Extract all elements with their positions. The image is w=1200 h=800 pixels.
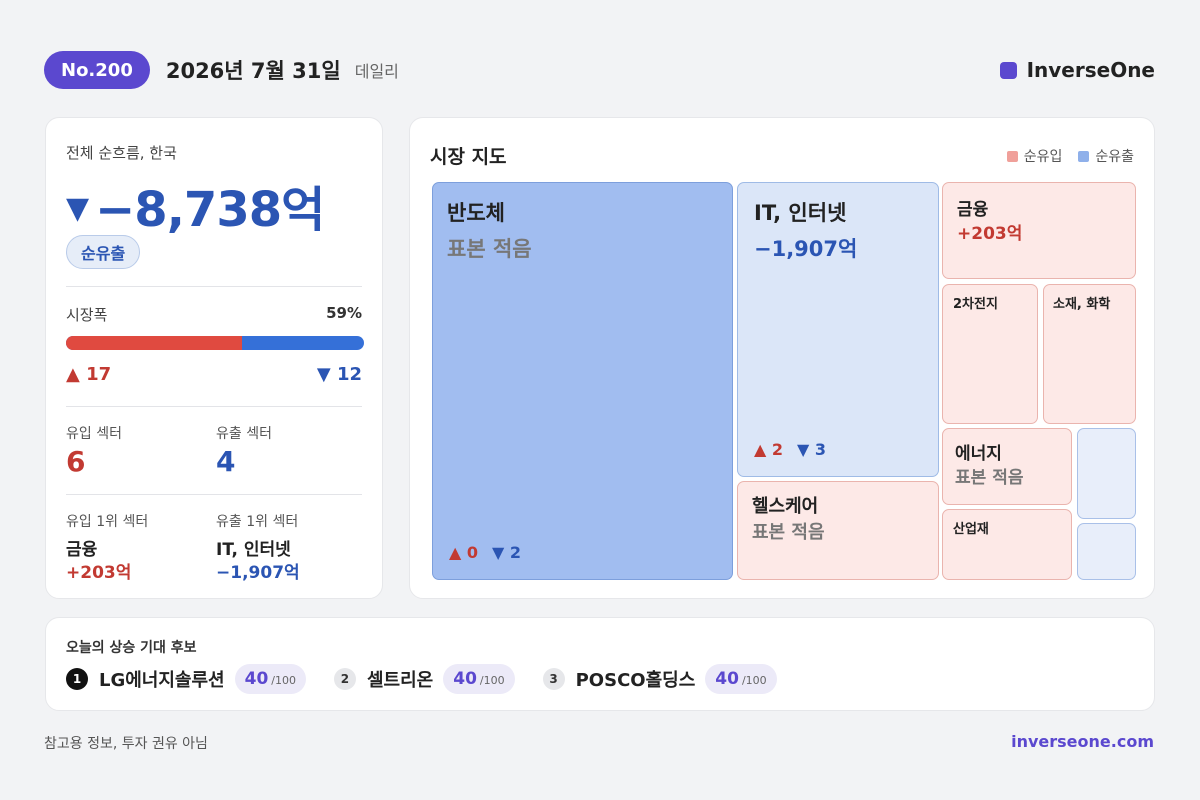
market-map-card: 시장 지도 순유입 순유출 반도체 표본 적음 ▲ 0 ▼ 2 IT, 인터넷 … bbox=[409, 117, 1155, 599]
tile-finance[interactable]: 금융 +203억 bbox=[942, 182, 1136, 279]
website-link[interactable]: inverseone.com bbox=[1011, 732, 1154, 751]
down-count: ▼ 12 bbox=[316, 364, 362, 385]
flow-value: −8,738억 bbox=[95, 182, 325, 238]
top-outflow-label: 유출 1위 섹터 bbox=[216, 514, 299, 530]
candidate-item[interactable]: 3 POSCO홀딩스 40 /100 bbox=[542, 664, 777, 694]
report-frequency: 데일리 bbox=[354, 62, 399, 81]
score-max: /100 bbox=[741, 674, 767, 687]
summary-card: 전체 순흐름, 한국 ▼ −8,738억 순유출 시장폭 59% ▲ 17 ▼ … bbox=[45, 117, 383, 599]
up-count: ▲ 17 bbox=[66, 364, 112, 385]
candidates-title: 오늘의 상승 기대 후보 bbox=[66, 640, 197, 656]
header: No.200 2026년 7월 31일 데일리 InverseOne bbox=[44, 51, 1155, 89]
brand-name: InverseOne bbox=[1026, 58, 1155, 82]
outflow-sectors-label: 유출 섹터 bbox=[216, 426, 272, 442]
tile-up-count: ▲ 0 bbox=[449, 543, 479, 562]
legend-outflow: 순유출 bbox=[1078, 146, 1134, 166]
market-map-legend: 순유입 순유출 bbox=[1006, 146, 1134, 166]
inflow-swatch-icon bbox=[1006, 150, 1018, 162]
tile-small-outflow[interactable] bbox=[1077, 523, 1136, 580]
flow-value-row: ▼ −8,738억 bbox=[66, 170, 325, 240]
tile-name: 소재, 화학 bbox=[1053, 297, 1111, 312]
candidate-name: 셀트리온 bbox=[366, 670, 434, 691]
candidate-name: POSCO홀딩스 bbox=[575, 670, 696, 691]
legend-outflow-label: 순유출 bbox=[1095, 149, 1134, 165]
tile-sub: −1,907억 bbox=[754, 237, 858, 261]
tile-it-internet[interactable]: IT, 인터넷 −1,907억 ▲ 2 ▼ 3 bbox=[737, 182, 939, 477]
disclaimer: 참고용 정보, 투자 권유 아님 bbox=[44, 736, 208, 752]
candidate-item[interactable]: 2 셀트리온 40 /100 bbox=[333, 664, 515, 694]
score-value: 40 bbox=[715, 669, 739, 689]
brand[interactable]: InverseOne bbox=[999, 58, 1155, 82]
tile-down-count: ▼ 2 bbox=[492, 543, 522, 562]
tile-name: 헬스케어 bbox=[752, 496, 819, 517]
tile-sub: +203억 bbox=[957, 224, 1023, 244]
breadth-bar-up-fill bbox=[66, 336, 242, 350]
candidate-score: 40 /100 bbox=[234, 664, 306, 694]
rank-badge: 2 bbox=[333, 668, 356, 690]
down-arrow-icon: ▼ bbox=[66, 190, 90, 226]
candidate-item[interactable]: 1 LG에너지솔루션 40 /100 bbox=[66, 664, 306, 694]
top-outflow-value: −1,907억 bbox=[216, 563, 300, 583]
rank-badge: 3 bbox=[542, 668, 565, 690]
tile-name: 에너지 bbox=[955, 444, 1002, 464]
breadth-percent: 59% bbox=[326, 304, 362, 322]
rank-badge: 1 bbox=[66, 668, 88, 690]
top-inflow-label: 유입 1위 섹터 bbox=[66, 514, 149, 530]
divider bbox=[66, 286, 362, 287]
brand-logo-icon bbox=[999, 61, 1017, 79]
tile-sub: 표본 적음 bbox=[752, 522, 825, 543]
tile-down-count: ▼ 3 bbox=[797, 440, 827, 459]
score-max: /100 bbox=[479, 674, 505, 687]
tile-name: 반도체 bbox=[447, 201, 505, 225]
tile-name: IT, 인터넷 bbox=[754, 201, 847, 225]
tile-battery[interactable]: 2차전지 bbox=[942, 284, 1038, 424]
market-map-title: 시장 지도 bbox=[430, 146, 507, 168]
tile-materials[interactable]: 소재, 화학 bbox=[1043, 284, 1136, 424]
flow-status-badge: 순유출 bbox=[66, 235, 141, 269]
score-value: 40 bbox=[453, 669, 477, 689]
inflow-sectors-label: 유입 섹터 bbox=[66, 426, 122, 442]
legend-inflow-label: 순유입 bbox=[1023, 149, 1063, 165]
divider bbox=[66, 406, 362, 407]
tile-sub: 표본 적음 bbox=[955, 468, 1024, 488]
breadth-bar bbox=[66, 336, 364, 350]
score-max: /100 bbox=[271, 674, 296, 687]
candidate-score: 40 /100 bbox=[705, 664, 777, 694]
candidates-list: 1 LG에너지솔루션 40 /100 2 셀트리온 40 /100 3 POSC… bbox=[66, 664, 805, 694]
tile-name: 금융 bbox=[957, 200, 989, 220]
top-outflow-name: IT, 인터넷 bbox=[216, 540, 291, 560]
tile-counts: ▲ 2 ▼ 3 bbox=[754, 440, 826, 459]
breadth-label: 시장폭 bbox=[66, 306, 108, 324]
top-inflow-name: 금융 bbox=[66, 540, 98, 560]
tile-up-count: ▲ 2 bbox=[754, 440, 784, 459]
candidate-score: 40 /100 bbox=[443, 664, 515, 694]
tile-energy[interactable]: 에너지 표본 적음 bbox=[942, 428, 1072, 505]
tile-healthcare[interactable]: 헬스케어 표본 적음 bbox=[737, 481, 939, 580]
top-inflow-value: +203억 bbox=[66, 563, 132, 583]
legend-inflow: 순유입 bbox=[1006, 146, 1063, 166]
report-date: 2026년 7월 31일 bbox=[165, 59, 341, 83]
candidates-card: 오늘의 상승 기대 후보 1 LG에너지솔루션 40 /100 2 셀트리온 4… bbox=[45, 617, 1155, 711]
outflow-swatch-icon bbox=[1078, 150, 1090, 162]
score-value: 40 bbox=[244, 669, 269, 689]
divider bbox=[66, 494, 362, 495]
outflow-sectors-count: 4 bbox=[216, 445, 236, 478]
tile-counts: ▲ 0 ▼ 2 bbox=[449, 543, 521, 562]
flow-label: 전체 순흐름, 한국 bbox=[66, 144, 177, 162]
inflow-sectors-count: 6 bbox=[66, 445, 86, 478]
issue-badge: No.200 bbox=[44, 51, 150, 89]
tile-semiconductors[interactable]: 반도체 표본 적음 ▲ 0 ▼ 2 bbox=[432, 182, 733, 580]
tile-small-outflow[interactable] bbox=[1077, 428, 1136, 519]
tile-sub: 표본 적음 bbox=[447, 237, 532, 261]
tile-name: 2차전지 bbox=[953, 297, 998, 312]
candidate-name: LG에너지솔루션 bbox=[99, 670, 225, 691]
tile-name: 산업재 bbox=[953, 522, 989, 537]
tile-industrials[interactable]: 산업재 bbox=[942, 509, 1072, 580]
